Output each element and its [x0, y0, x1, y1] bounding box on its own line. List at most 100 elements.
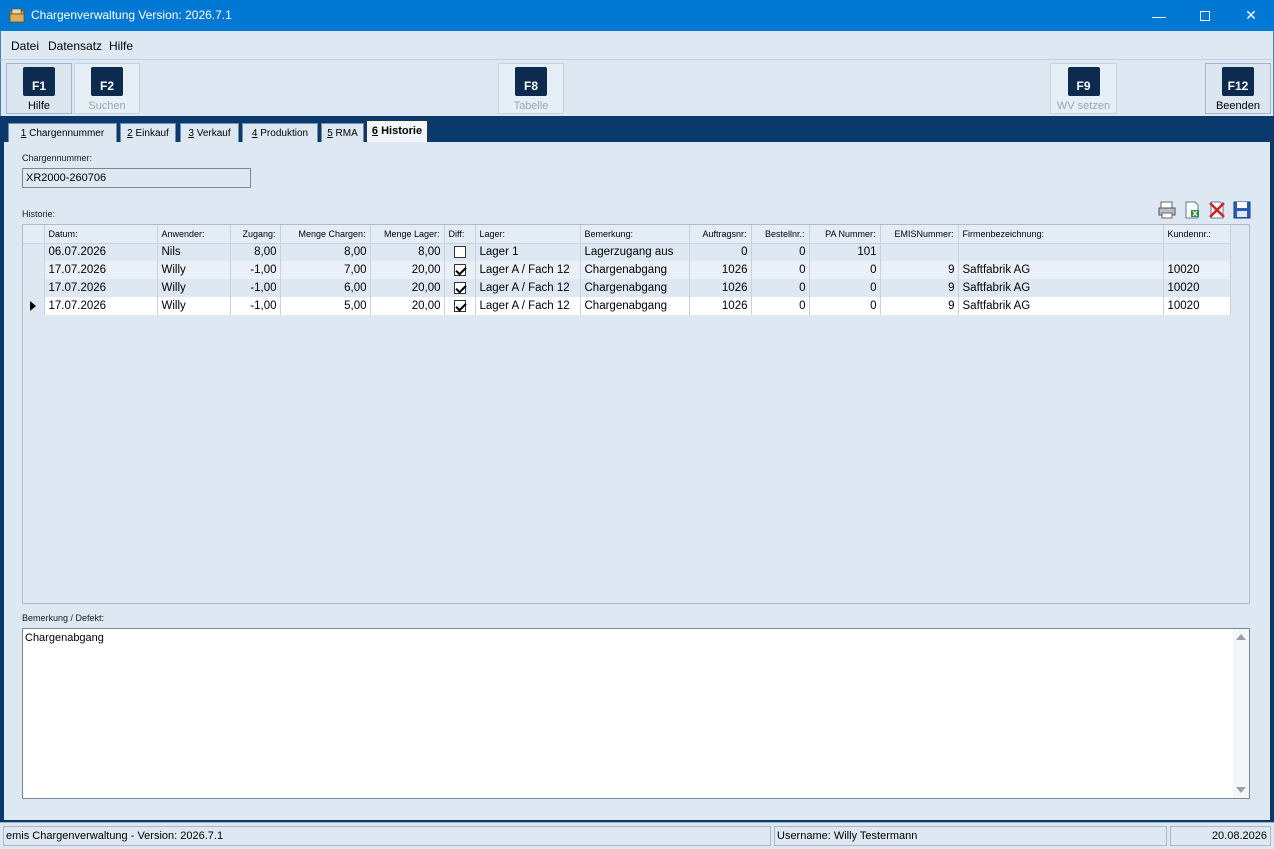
cell-lager: Lager 1 [475, 243, 581, 261]
cell-bemerkung: Chargenabgang [580, 279, 690, 297]
cell-anwender: Willy [157, 279, 231, 297]
cell-bemerkung: Lagerzugang aus [580, 243, 690, 261]
header-emis-nummer[interactable]: EMISNummer: [880, 225, 959, 244]
cell-firma: Saftfabrik AG [958, 261, 1164, 279]
history-table: Datum: Anwender: Zugang: Menge Chargen: … [23, 225, 1231, 315]
save-icon[interactable] [1232, 200, 1252, 220]
header-datum[interactable]: Datum: [44, 225, 158, 244]
cell-lager: Lager A / Fach 12 [475, 279, 581, 297]
f2-search-button[interactable]: F2 Suchen [74, 63, 140, 114]
cell-datum: 06.07.2026 [44, 243, 158, 261]
cell-anwender: Willy [157, 297, 231, 315]
f9-key-icon: F9 [1067, 67, 1100, 96]
tab-5-num: 5 [327, 128, 333, 139]
cell-kundennr: 10020 [1163, 261, 1231, 279]
cell-bestellnr: 0 [751, 261, 810, 279]
table-row[interactable]: 06.07.2026 Nils 8,00 8,00 8,00 Lager 1 L… [23, 243, 1231, 261]
scroll-down-icon[interactable] [1236, 787, 1246, 793]
row-indicator [23, 297, 45, 315]
history-label: Historie: [22, 209, 56, 219]
cell-firma: Saftfabrik AG [958, 279, 1164, 297]
tab-1-label: Chargennummer [29, 128, 105, 139]
cell-emis-nummer: 9 [880, 261, 959, 279]
cell-kundennr: 10020 [1163, 297, 1231, 315]
memo-scrollbar[interactable] [1233, 629, 1249, 798]
diff-checkbox[interactable] [454, 299, 466, 312]
header-zugang[interactable]: Zugang: [230, 225, 281, 244]
header-diff[interactable]: Diff: [444, 225, 476, 244]
tab-3-label: Verkauf [196, 128, 231, 139]
cell-menge-lager: 20,00 [370, 261, 445, 279]
f1-label: Hilfe [27, 100, 50, 112]
f9-wv-button[interactable]: F9 WV setzen [1050, 63, 1117, 114]
cell-diff [444, 297, 476, 315]
header-anwender[interactable]: Anwender: [157, 225, 231, 244]
cell-datum: 17.07.2026 [44, 297, 158, 315]
tab-verkauf[interactable]: 3 Verkauf [180, 123, 239, 142]
grid-header-row: Datum: Anwender: Zugang: Menge Chargen: … [23, 225, 1231, 244]
diff-checkbox[interactable] [454, 246, 466, 259]
header-firma[interactable]: Firmenbezeichnung: [958, 225, 1164, 244]
f1-help-button[interactable]: F1 Hilfe [6, 63, 72, 114]
tab-historie[interactable]: 6 Historie [366, 120, 428, 142]
row-indicator [23, 243, 45, 261]
cell-menge-chargen: 5,00 [280, 297, 371, 315]
header-lager[interactable]: Lager: [475, 225, 581, 244]
cell-bemerkung: Chargenabgang [580, 261, 690, 279]
maximize-button[interactable] [1182, 0, 1228, 31]
cell-auftragsnr: 0 [689, 243, 752, 261]
tab-einkauf[interactable]: 2 Einkauf [120, 123, 176, 142]
print-icon[interactable] [1157, 200, 1177, 220]
tab-5-label: RMA [335, 128, 358, 139]
delete-icon[interactable] [1207, 200, 1227, 220]
cell-menge-lager: 20,00 [370, 279, 445, 297]
f12-exit-button[interactable]: F12 Beenden [1205, 63, 1271, 114]
cell-anwender: Nils [157, 243, 231, 261]
menu-hilfe[interactable]: Hilfe [109, 39, 133, 53]
scroll-up-icon[interactable] [1236, 634, 1246, 640]
header-kundennr[interactable]: Kundennr.: [1163, 225, 1231, 244]
cell-pa-nummer: 101 [809, 243, 881, 261]
header-menge-chargen[interactable]: Menge Chargen: [280, 225, 371, 244]
export-excel-icon[interactable] [1182, 200, 1202, 220]
memo-textarea[interactable]: Chargenabgang [22, 628, 1250, 799]
cell-bestellnr: 0 [751, 243, 810, 261]
history-grid[interactable]: Datum: Anwender: Zugang: Menge Chargen: … [22, 224, 1250, 604]
menu-datei[interactable]: Datei [11, 39, 39, 53]
header-pa-nummer[interactable]: PA Nummer: [809, 225, 881, 244]
f8-table-button[interactable]: F8 Tabelle [498, 63, 564, 114]
tab-produktion[interactable]: 4 Produktion [242, 123, 318, 142]
header-menge-lager[interactable]: Menge Lager: [370, 225, 445, 244]
minimize-button[interactable]: — [1136, 0, 1182, 31]
f12-label: Beenden [1215, 100, 1261, 112]
cell-kundennr [1163, 243, 1231, 261]
tab-rma[interactable]: 5 RMA [321, 123, 364, 142]
table-row[interactable]: 17.07.2026 Willy -1,00 6,00 20,00 Lager … [23, 279, 1231, 297]
menu-datei-label: Datei [11, 39, 40, 53]
tab-2-label: Einkauf [135, 128, 169, 139]
menu-bar: Datei Datensatz Hilfe [0, 31, 1274, 59]
menu-datensatz[interactable]: Datensatz [48, 39, 102, 53]
header-bemerkung[interactable]: Bemerkung: [580, 225, 690, 244]
cell-firma: Saftfabrik AG [958, 297, 1164, 315]
cell-auftragsnr: 1026 [689, 279, 752, 297]
header-bestellnr[interactable]: Bestellnr.: [751, 225, 810, 244]
memo-text: Chargenabgang [25, 632, 104, 644]
cell-pa-nummer: 0 [809, 279, 881, 297]
cell-emis-nummer [880, 243, 959, 261]
cell-firma [958, 243, 1164, 261]
diff-checkbox[interactable] [454, 263, 466, 276]
cell-zugang: -1,00 [230, 279, 281, 297]
header-auftragsnr[interactable]: Auftragsnr: [689, 225, 752, 244]
cell-bemerkung: Chargenabgang [580, 297, 690, 315]
table-row-selected[interactable]: 17.07.2026 Willy -1,00 5,00 20,00 Lager … [23, 297, 1231, 315]
table-row[interactable]: 17.07.2026 Willy -1,00 7,00 20,00 Lager … [23, 261, 1231, 279]
diff-checkbox[interactable] [454, 281, 466, 294]
close-button[interactable]: ✕ [1228, 0, 1274, 31]
tab-chargennummer[interactable]: 1 Chargennummer [8, 123, 117, 142]
cell-zugang: -1,00 [230, 261, 281, 279]
current-row-arrow-icon [30, 300, 37, 311]
tab-3-num: 3 [188, 128, 194, 139]
charge-number-field[interactable]: XR2000-260706 [22, 168, 251, 188]
menu-datensatz-label: Datensatz [48, 39, 103, 53]
